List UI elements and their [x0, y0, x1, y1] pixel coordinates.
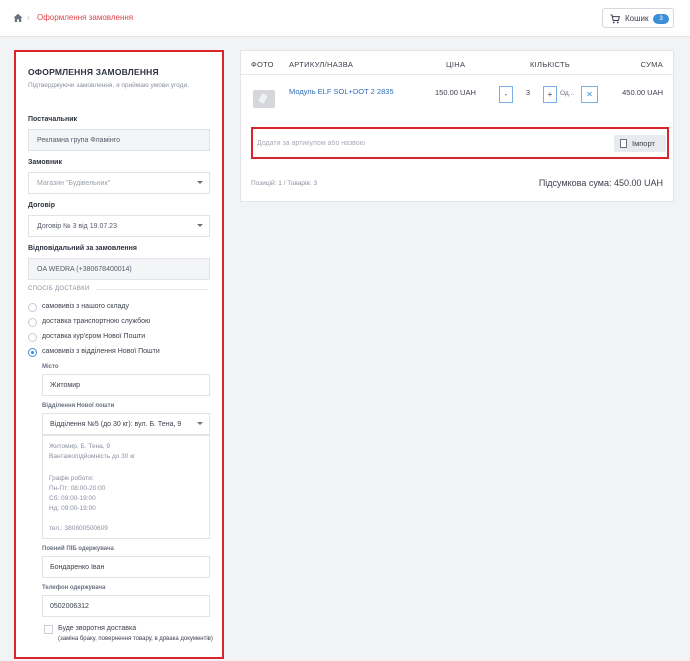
responsible-field: OA WEDRA (+380678400014): [28, 258, 210, 280]
radio-button[interactable]: [28, 303, 37, 312]
radio-button[interactable]: [28, 318, 37, 327]
contract-label: Договір: [28, 202, 55, 209]
cart-label: Кошик: [625, 14, 649, 23]
branch-phone: тел.: 380800500609: [49, 525, 108, 532]
column-header-sum: СУМА: [640, 60, 663, 69]
branch-address: Житомир, Б. Тена, 9: [49, 443, 111, 450]
section-divider: [96, 289, 208, 290]
qty-value[interactable]: 3: [519, 88, 537, 97]
product-price: 150.00 UAH: [435, 88, 476, 97]
city-label: Місто: [42, 364, 59, 370]
product-link[interactable]: Модуль ELF SOL+DOT 2 2835: [289, 87, 394, 96]
top-bar: › Оформлення замовлення Кошик 3: [0, 0, 690, 37]
product-sum: 450.00 UAH: [622, 88, 663, 97]
import-button[interactable]: Імпорт: [614, 135, 666, 152]
delivery-option-label: доставка кур'єром Нової Пошти: [42, 333, 146, 340]
cart-icon: [610, 14, 620, 24]
recipient-field[interactable]: Бондаренко Іван: [42, 556, 210, 578]
add-item-input[interactable]: [257, 135, 609, 152]
qty-increase-button[interactable]: +: [543, 86, 557, 103]
cart-table-panel: ФОТО АРТИКУЛ/НАЗВА ЦІНА КІЛЬКІСТЬ СУМА М…: [240, 50, 674, 202]
branch-info-box: Житомир, Б. Тена, 9 Вантажопідйомність д…: [42, 435, 210, 539]
add-item-bar: Імпорт: [251, 127, 669, 159]
delivery-option-branch[interactable]: самовивіз з відділення Нової Пошти: [28, 347, 218, 359]
branch-capacity: Вантажопідйомність до 30 кг: [49, 453, 136, 460]
chevron-down-icon: [197, 422, 203, 425]
branch-label: Відділення Нової пошти: [42, 403, 115, 409]
responsible-label: Відповідальний за замовлення: [28, 245, 137, 252]
column-header-qty: КІЛЬКІСТЬ: [530, 60, 571, 69]
schedule-line: Сб: 09:00-19:00: [49, 495, 96, 502]
schedule-line: Нд: 09:00-19:00: [49, 505, 96, 512]
delivery-section-title: СПОСІБ ДОСТАВКИ: [28, 286, 90, 292]
customer-label: Замовник: [28, 159, 62, 166]
customer-select-value: Магазин "Будівельник": [37, 180, 111, 187]
return-delivery-note: (заміна браку, повернення товару, в дрва…: [58, 636, 213, 642]
chevron-down-icon: [197, 224, 203, 227]
cart-counts: Позицій: 1 / Товарів: 3: [251, 180, 318, 187]
cart-total: Підсумкова сума: 450.00 UAH: [538, 178, 663, 188]
schedule-line: Пн-Пт: 08:00-20:00: [49, 485, 106, 492]
delivery-option-label: доставка транспортною службою: [42, 318, 151, 325]
table-divider: [241, 74, 673, 75]
delivery-option-label: самовивіз з нашого складу: [42, 303, 130, 310]
delivery-option-transport[interactable]: доставка транспортною службою: [28, 317, 218, 329]
chevron-down-icon: [197, 181, 203, 184]
branch-select-value: Відділення №5 (до 30 кг): вул. Б. Тена, …: [50, 421, 182, 428]
column-header-photo: ФОТО: [251, 60, 274, 69]
recipient-phone-label: Телефон одержувача: [42, 585, 106, 591]
contract-select[interactable]: Договір № 3 від 19.07.23: [28, 215, 210, 237]
customer-select[interactable]: Магазин "Будівельник": [28, 172, 210, 194]
cart-count-badge: 3: [653, 14, 669, 24]
recipient-phone-field[interactable]: 0502006312: [42, 595, 210, 617]
contract-select-value: Договір № 3 від 19.07.23: [37, 223, 117, 230]
supplier-label: Постачальник: [28, 116, 77, 123]
delivery-option-label: самовивіз з відділення Нової Пошти: [42, 348, 160, 355]
breadcrumb-separator: ›: [27, 13, 30, 22]
recipient-label: Повний ПІБ одержувача: [42, 546, 114, 552]
city-field[interactable]: Житомир: [42, 374, 210, 396]
column-header-article: АРТИКУЛ/НАЗВА: [289, 60, 354, 69]
qty-unit: Од...: [560, 90, 575, 97]
order-form-title: ОФОРМЛЕННЯ ЗАМОВЛЕННЯ: [28, 67, 159, 77]
order-form-subtitle: Підтверджуючи замовлення, я приймаю умов…: [28, 82, 189, 89]
cart-button[interactable]: Кошик 3: [602, 8, 674, 28]
branch-select[interactable]: Відділення №5 (до 30 кг): вул. Б. Тена, …: [42, 413, 210, 435]
breadcrumb-current: Оформлення замовлення: [37, 13, 134, 22]
home-icon[interactable]: [13, 13, 23, 23]
import-label: Імпорт: [632, 139, 655, 148]
qty-decrease-button[interactable]: -: [499, 86, 513, 103]
radio-button-selected[interactable]: [28, 348, 37, 357]
return-delivery-checkbox[interactable]: [44, 625, 53, 634]
schedule-title: Графік роботи:: [49, 475, 94, 482]
supplier-field: Рекламна група Фламінго: [28, 129, 210, 151]
remove-item-button[interactable]: ✕: [581, 86, 598, 103]
file-import-icon: [620, 139, 627, 148]
radio-button[interactable]: [28, 333, 37, 342]
delivery-option-courier[interactable]: доставка кур'єром Нової Пошти: [28, 332, 218, 344]
return-delivery-label: Буде зворотня доставка: [58, 625, 137, 632]
product-thumbnail: [253, 90, 275, 108]
column-header-price: ЦІНА: [446, 60, 466, 69]
order-form-panel: ОФОРМЛЕННЯ ЗАМОВЛЕННЯ Підтверджуючи замо…: [14, 50, 224, 659]
delivery-option-warehouse[interactable]: самовивіз з нашого складу: [28, 302, 218, 314]
